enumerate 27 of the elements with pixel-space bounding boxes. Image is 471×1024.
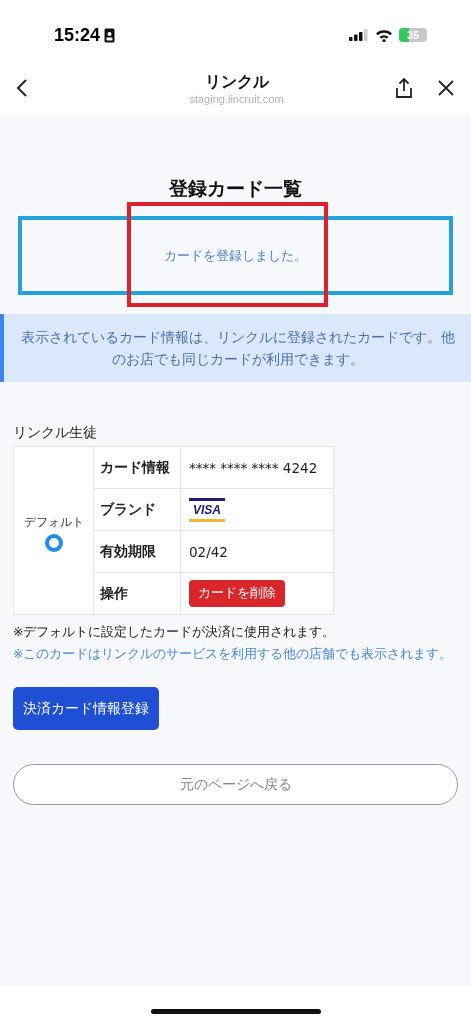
back-to-page-button[interactable]: 元のページへ戻る	[13, 764, 458, 805]
default-radio[interactable]	[44, 533, 63, 552]
share-icon	[395, 77, 413, 99]
note-text: ※このカードはリンクルのサービスを利用する他の店舗でも表示されます。	[13, 645, 454, 662]
visa-logo: VISA	[189, 497, 225, 522]
delete-card-button[interactable]: カードを削除	[189, 580, 285, 607]
table-cell: 有効期限	[93, 530, 181, 573]
id-card-icon	[104, 27, 116, 43]
close-icon	[437, 79, 455, 97]
owner-name: リンクル生徒	[13, 424, 98, 442]
signal-icon	[349, 29, 369, 41]
info-banner: 表示されているカード情報は、リンクルに登録されたカードです。他のお店でも同じカードが利用できます。	[0, 314, 471, 382]
wifi-icon	[375, 28, 393, 42]
table-cell: 02/42	[189, 543, 228, 560]
site-url: staging.lincruit.com	[189, 92, 284, 105]
flash-message: カードを登録しました。	[18, 216, 453, 295]
page-title: 登録カード一覧	[168, 176, 303, 201]
default-label: デフォルト	[22, 514, 85, 530]
chevron-left-icon	[16, 78, 28, 98]
clock-time: 15:24	[54, 24, 101, 46]
table-cell: 操作	[93, 572, 181, 615]
table-cell: ブランド	[93, 488, 181, 531]
note-text: ※デフォルトに設定したカードが決済に使用されます。	[13, 623, 337, 640]
register-card-button[interactable]: 決済カード情報登録	[13, 687, 159, 730]
table-cell: **** **** **** 4242	[189, 459, 318, 476]
table-cell: カード情報	[93, 446, 181, 489]
app-title: リンクル	[204, 71, 269, 93]
